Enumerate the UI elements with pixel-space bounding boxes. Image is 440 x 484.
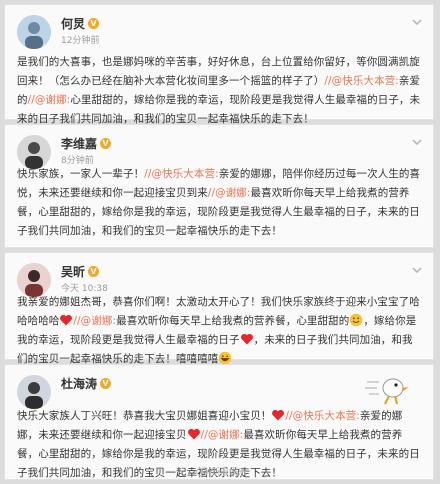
mention-link[interactable]: //@快乐大本营: (324, 75, 399, 87)
heart-emoji-icon (187, 428, 200, 440)
weibo-feed: 何炅 V 12分钟前 是我们的大喜事，也是娜妈咪的辛苦事，好好休息，台上位置给你… (0, 0, 440, 484)
verified-badge-icon: V (88, 18, 100, 29)
avatar[interactable] (17, 375, 51, 409)
watermark-text: 新浪娱乐 (211, 468, 248, 478)
mention-link[interactable]: //@快乐大本营: (144, 168, 219, 180)
post-card: 李维嘉 V 8分钟前 快乐家族，一家人一辈子！//@快乐大本营:亲爱的娜娜，陪伴… (4, 124, 434, 248)
avatar[interactable] (17, 135, 51, 169)
avatar[interactable] (17, 15, 51, 49)
sina-eye-icon (196, 467, 208, 476)
chevron-down-icon[interactable] (411, 137, 423, 147)
verified-badge-icon: V (100, 138, 112, 149)
heart-emoji-icon (60, 314, 73, 326)
mention-link[interactable]: //@谢娜: (28, 94, 71, 106)
chevron-down-icon[interactable] (411, 265, 423, 275)
author-name[interactable]: 李维嘉 V (61, 135, 112, 152)
author-name[interactable]: 吴昕 V (61, 263, 100, 280)
watermark: 新浪娱乐 (196, 465, 247, 478)
author-name-text[interactable]: 吴昕 (61, 263, 85, 280)
post-text: 快乐家族，一家人一辈子！ (17, 168, 145, 180)
post-time: 12分钟前 (61, 36, 100, 46)
author-name-text[interactable]: 杜海涛 (61, 375, 97, 392)
author-name[interactable]: 杜海涛 V (61, 375, 112, 392)
author-name-text[interactable]: 李维嘉 (61, 135, 97, 152)
smile-emoji-icon (350, 313, 363, 327)
post-card: 吴昕 V 今天 10:38 我亲爱的娜姐杰哥，恭喜你们啊！太激动太开心了！我们快… (4, 252, 434, 365)
heart-emoji-icon (240, 333, 253, 345)
post-text: 快乐大家族人丁兴旺！恭喜我大宝贝娜姐喜迎小宝贝！ (17, 410, 272, 422)
post-text: 心里甜甜的，嫁给你是我的幸运，现阶段更是我觉得人生最幸福的日子，未来的日子我们共… (17, 94, 421, 125)
post-body: 我亲爱的娜姐杰哥，恭喜你们啊！太激动太开心了！我们快乐家族终于迎来小宝宝了哈哈哈… (17, 293, 423, 369)
mention-link[interactable]: //@快乐大本营: (285, 410, 360, 422)
verified-badge-icon: V (88, 266, 100, 277)
chevron-down-icon[interactable] (411, 17, 423, 27)
post-text: 最喜欢昕你每天早上给我煮的营养餐，心里甜甜的 (116, 315, 350, 327)
mention-link[interactable]: //@谢娜: (201, 429, 244, 441)
post-card: 何炅 V 12分钟前 是我们的大喜事，也是娜妈咪的辛苦事，好好休息，台上位置给你… (4, 4, 434, 125)
author-name-text[interactable]: 何炅 (61, 15, 85, 32)
verified-badge-icon: V (100, 378, 112, 389)
post-body: 快乐家族，一家人一辈子！//@快乐大本营:亲爱的娜娜，陪伴你经历过每一次人生的喜… (17, 165, 423, 241)
laugh-emoji-icon (219, 351, 232, 365)
author-name[interactable]: 何炅 V (61, 15, 100, 32)
avatar[interactable] (17, 263, 51, 297)
heart-emoji-icon (272, 409, 285, 421)
running-bird-sticker-icon (365, 378, 409, 405)
mention-link[interactable]: //@谢娜: (208, 187, 251, 199)
post-card: 杜海涛 V 快乐大家族人丁兴旺！恭喜我大宝贝娜姐喜迎小宝贝！//@快乐大本营:亲… (4, 364, 434, 480)
mention-link[interactable]: //@谢娜: (73, 315, 116, 327)
post-body: 是我们的大喜事，也是娜妈咪的辛苦事，好好休息，台上位置给你留好，等你圆满凯旋回来… (17, 53, 423, 129)
